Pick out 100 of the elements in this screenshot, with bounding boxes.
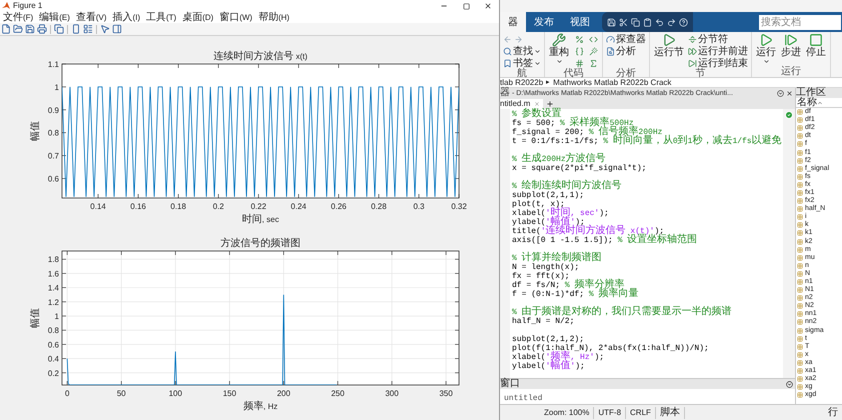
table-icon bbox=[797, 166, 803, 172]
redo-icon[interactable] bbox=[667, 18, 676, 26]
breadcrumb-item[interactable]: Mathworks Matlab R2022b Crack bbox=[553, 78, 672, 88]
ribbon-button[interactable]: 运行 bbox=[755, 33, 777, 65]
printer-icon[interactable] bbox=[37, 24, 47, 34]
panel-icon[interactable] bbox=[112, 24, 122, 34]
table-icon bbox=[797, 360, 803, 366]
braces-icon[interactable] bbox=[573, 45, 585, 57]
editor-tab[interactable]: ntitled.m bbox=[500, 99, 544, 109]
ribbon-button[interactable]: 分节符 bbox=[688, 33, 748, 45]
tick-label: 0.3 bbox=[413, 202, 424, 211]
code-line: % 生成200Hz方波信号 bbox=[512, 155, 606, 164]
table-icon bbox=[797, 214, 803, 220]
percent-icon[interactable] bbox=[573, 33, 585, 45]
group-label: 节 bbox=[696, 69, 706, 79]
colorbar-icon[interactable] bbox=[71, 24, 81, 34]
new-tab-icon[interactable] bbox=[546, 100, 554, 108]
menu-item[interactable]: 插入(I) bbox=[110, 12, 144, 23]
tick-label: 150 bbox=[222, 389, 236, 398]
legend-icon[interactable] bbox=[83, 24, 93, 34]
menu-item[interactable]: 窗口(W) bbox=[216, 12, 256, 23]
ribbon-button[interactable]: 运行到结束 bbox=[688, 57, 748, 69]
code-line: ylabel('幅值'); bbox=[512, 362, 585, 371]
copy-icon[interactable] bbox=[54, 24, 64, 34]
table-icon bbox=[797, 279, 803, 286]
code-line: xlabel('时间, sec'); bbox=[512, 209, 609, 218]
ribbon-tab[interactable]: 器 bbox=[500, 12, 526, 32]
maximize-icon[interactable] bbox=[462, 2, 470, 10]
table-icon bbox=[797, 125, 803, 132]
breadcrumb-item[interactable]: tlab R2022b bbox=[500, 78, 544, 88]
menu-item[interactable]: 工具(T) bbox=[143, 12, 180, 23]
clipboard-icon[interactable] bbox=[643, 18, 652, 26]
save-icon[interactable] bbox=[25, 24, 35, 34]
table-icon bbox=[797, 392, 803, 398]
tick-label: 0.14 bbox=[90, 202, 106, 211]
undo-icon[interactable] bbox=[655, 18, 664, 26]
group-label: 代码 bbox=[564, 69, 584, 79]
new-file-icon[interactable] bbox=[1, 24, 11, 34]
gauge-icon bbox=[606, 34, 615, 44]
tick-label: 0.22 bbox=[250, 202, 266, 211]
code-line: axis([0 1 -1.5 1.5]); % 设置坐标轴范围 bbox=[512, 236, 698, 245]
help-icon[interactable] bbox=[679, 18, 688, 26]
tick-label: 1.2 bbox=[48, 298, 59, 307]
tick-label: 0.8 bbox=[48, 128, 59, 138]
table-icon bbox=[797, 328, 803, 334]
pointer-icon[interactable] bbox=[100, 24, 110, 34]
ribbon-button[interactable]: 探查器 bbox=[606, 33, 646, 45]
column-header[interactable]: 名称 bbox=[796, 98, 842, 108]
close-icon[interactable] bbox=[786, 90, 793, 96]
ribbon-tab[interactable]: 视图 bbox=[562, 12, 598, 32]
cut-icon[interactable] bbox=[619, 18, 628, 26]
close-icon[interactable] bbox=[484, 2, 492, 10]
tick-label: 0.24 bbox=[290, 202, 306, 211]
table-icon bbox=[797, 222, 803, 228]
group-label: 运行 bbox=[781, 67, 801, 77]
tick-label: 50 bbox=[116, 389, 126, 398]
table-icon bbox=[797, 368, 803, 374]
tick-label: 100 bbox=[168, 389, 182, 398]
hash-icon[interactable] bbox=[573, 57, 585, 69]
tick-label: 250 bbox=[331, 389, 344, 398]
window-title: Figure 1 bbox=[13, 1, 42, 11]
menu-item[interactable]: 桌面(D) bbox=[179, 12, 216, 23]
code-line: xlabel('频率, Hz'); bbox=[512, 353, 604, 362]
ribbon-button[interactable]: 运行节 bbox=[653, 33, 685, 58]
code-line: f = (0:N-1)*df; % 频率向量 bbox=[512, 290, 638, 299]
tick-label: 0.32 bbox=[451, 202, 467, 211]
stop-icon bbox=[809, 33, 823, 47]
table-icon bbox=[797, 190, 803, 196]
ribbon-button[interactable]: 步进 bbox=[780, 33, 802, 58]
table-icon bbox=[797, 109, 803, 116]
menu-item[interactable]: 查看(V) bbox=[72, 12, 110, 23]
ribbon-button[interactable]: 分析 bbox=[606, 45, 646, 57]
menu-item[interactable]: 文件(F) bbox=[0, 12, 36, 23]
code-line: subplot(2,1,2); bbox=[512, 335, 584, 344]
tick-label: 1 bbox=[54, 82, 59, 92]
menu-item[interactable]: 编辑(E) bbox=[36, 12, 73, 23]
copy-icon[interactable] bbox=[631, 18, 640, 26]
menu-item[interactable]: 帮助(H) bbox=[255, 12, 292, 23]
dropdown-icon[interactable] bbox=[777, 90, 784, 96]
play-icon bbox=[662, 33, 676, 47]
ribbon-tab[interactable]: 发布 bbox=[526, 12, 562, 32]
ribbon-button[interactable]: 运行并前进 bbox=[688, 45, 748, 57]
tick-label: 0.6 bbox=[48, 174, 59, 184]
ribbon-button[interactable]: 书签 bbox=[503, 57, 541, 69]
ribbon-button[interactable]: 停止 bbox=[805, 33, 827, 58]
matlab-logo-icon bbox=[2, 2, 10, 10]
table-icon bbox=[797, 352, 803, 358]
table-icon bbox=[797, 311, 803, 318]
chart-title: 连续时间方波信号 x(t) bbox=[214, 51, 308, 62]
sort-icon bbox=[817, 100, 823, 106]
code-line: half_N = N/2; bbox=[512, 317, 574, 326]
table-icon bbox=[797, 254, 803, 261]
wrench-icon bbox=[552, 33, 566, 47]
tick-label: 0.7 bbox=[48, 152, 59, 161]
search-icon bbox=[503, 46, 512, 56]
dropdown-icon[interactable] bbox=[786, 380, 793, 388]
search-field[interactable]: 搜索文档 bbox=[759, 14, 841, 30]
ribbon-button[interactable]: 查找 bbox=[503, 45, 541, 57]
open-folder-icon[interactable] bbox=[13, 24, 23, 34]
ribbon-button[interactable]: 重构 bbox=[548, 33, 570, 65]
